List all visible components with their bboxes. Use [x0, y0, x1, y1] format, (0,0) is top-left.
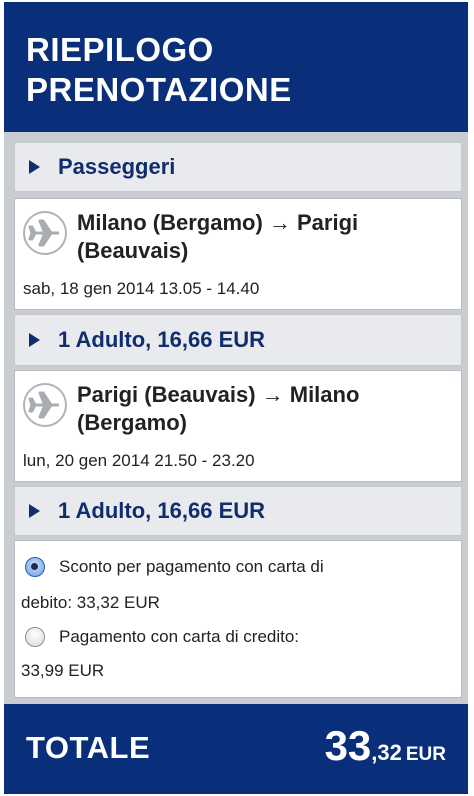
- summary-title: RIEPILOGO PRENOTAZIONE: [26, 31, 292, 108]
- total-amount: 33,32 EUR: [325, 722, 446, 770]
- flight-return: Parigi (Beauvais) → Milano (Bergamo) lun…: [14, 370, 462, 482]
- debit-option-label: Sconto per pagamento con carta di: [59, 557, 324, 576]
- total-currency: EUR: [405, 744, 446, 765]
- flight-datetime: lun, 20 gen 2014 21.50 - 23.20: [23, 451, 255, 470]
- payment-options: Sconto per pagamento con carta di debito…: [14, 540, 462, 698]
- total-label: TOTALE: [26, 730, 151, 765]
- total-integer: 33: [324, 722, 372, 769]
- credit-card-radio[interactable]: [25, 627, 45, 647]
- total-footer: TOTALE 33,32 EUR: [4, 704, 468, 794]
- flight-route: Milano (Bergamo) → Parigi (Beauvais): [77, 210, 359, 263]
- debit-option-amount: debito: 33,32 EUR: [21, 593, 160, 612]
- fare-toggle-return[interactable]: 1 Adulto, 16,66 EUR: [14, 486, 462, 536]
- debit-card-radio[interactable]: [25, 557, 45, 577]
- booking-summary-card: RIEPILOGO PRENOTAZIONE Passeggeri Milano…: [4, 2, 468, 794]
- expand-triangle-icon: [29, 504, 40, 518]
- radio-dot: [31, 563, 38, 570]
- plane-icon: [23, 383, 67, 427]
- credit-option-amount: 33,99 EUR: [21, 661, 105, 680]
- fare-label: 1 Adulto, 16,66 EUR: [58, 498, 266, 523]
- passengers-label: Passeggeri: [58, 154, 176, 179]
- plane-icon: [23, 211, 67, 255]
- fare-label: 1 Adulto, 16,66 EUR: [58, 327, 266, 352]
- credit-option-label: Pagamento con carta di credito:: [59, 627, 300, 646]
- flight-outbound: Milano (Bergamo) → Parigi (Beauvais) sab…: [14, 198, 462, 310]
- flight-route: Parigi (Beauvais) → Milano (Bergamo): [77, 382, 360, 435]
- total-decimal: ,32: [371, 740, 402, 765]
- fare-toggle-outbound[interactable]: 1 Adulto, 16,66 EUR: [14, 314, 462, 366]
- summary-header: RIEPILOGO PRENOTAZIONE: [4, 2, 468, 132]
- flight-datetime: sab, 18 gen 2014 13.05 - 14.40: [23, 279, 260, 298]
- passengers-toggle[interactable]: Passeggeri: [14, 142, 462, 192]
- expand-triangle-icon: [29, 333, 40, 347]
- expand-triangle-icon: [29, 160, 40, 174]
